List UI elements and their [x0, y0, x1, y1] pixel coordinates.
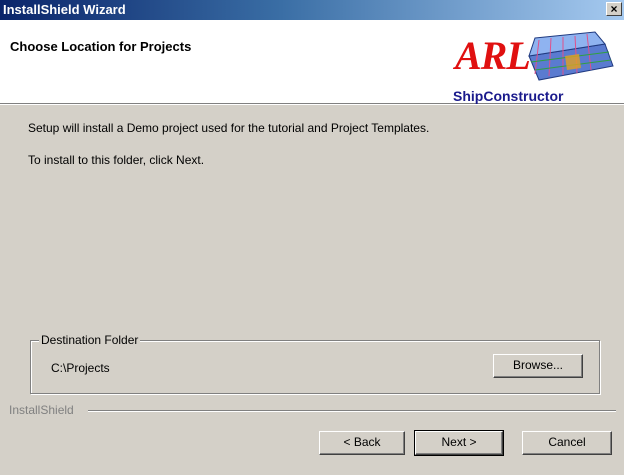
back-button[interactable]: < Back — [319, 431, 405, 455]
title-bar[interactable]: InstallShield Wizard × — [0, 0, 624, 20]
installer-window: InstallShield Wizard × Choose Location f… — [0, 0, 624, 475]
intro-text: Setup will install a Demo project used f… — [28, 121, 430, 135]
next-button[interactable]: Next > — [414, 430, 504, 456]
installshield-brand-label: InstallShield — [9, 403, 78, 417]
close-icon[interactable]: × — [606, 2, 622, 16]
logo-arl-text: ARL — [455, 33, 531, 78]
browse-button[interactable]: Browse... — [493, 354, 583, 378]
cancel-button[interactable]: Cancel — [522, 431, 612, 455]
page-title: Choose Location for Projects — [10, 39, 192, 54]
logo-brand-text: ShipConstructor — [453, 88, 564, 104]
destination-folder-label: Destination Folder — [39, 333, 141, 347]
ship-model-icon — [528, 31, 614, 81]
arl-shipconstructor-logo: ARL ShipConstructor — [449, 26, 624, 104]
instruction-text: To install to this folder, click Next. — [28, 153, 205, 167]
destination-path: C:\Projects — [51, 361, 110, 375]
header-panel: Choose Location for Projects ARL ShipCon… — [0, 20, 624, 104]
destination-folder-group: Destination Folder C:\Projects Browse... — [30, 333, 600, 394]
footer-divider — [88, 410, 616, 412]
window-title: InstallShield Wizard — [3, 2, 126, 17]
